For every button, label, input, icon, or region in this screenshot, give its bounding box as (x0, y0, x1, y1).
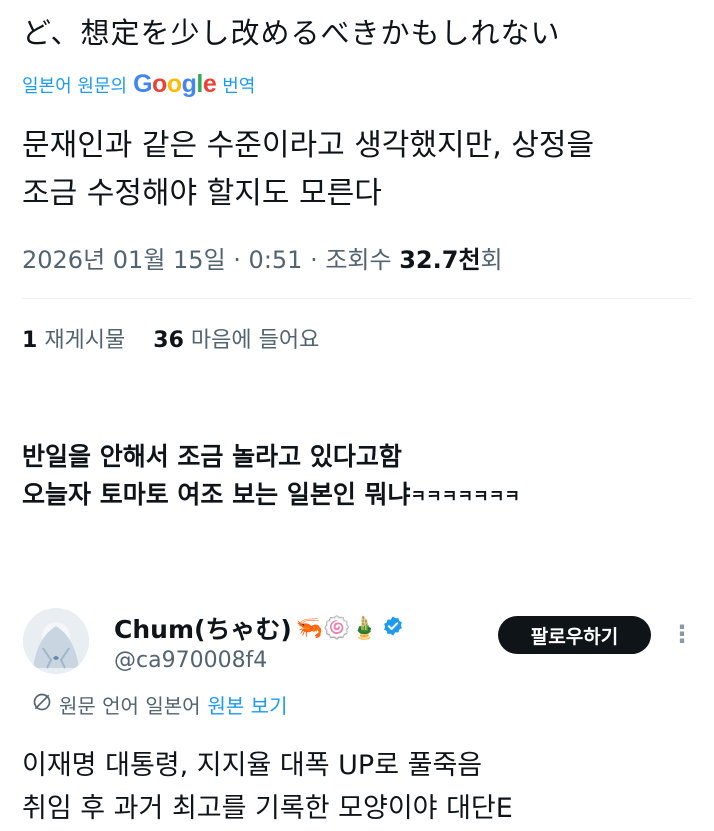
user-handle[interactable]: @ca970008f4 (114, 648, 267, 673)
language-note: 원문 언어 일본어 (59, 694, 201, 718)
likes-label: 마음에 들어요 (190, 328, 320, 353)
commentary-line-1: 반일을 안해서 조금 놀라고 있다고함 (22, 442, 402, 471)
views-label: 조회수 (325, 246, 392, 274)
google-logo: Google (133, 70, 217, 98)
divider (22, 298, 692, 299)
japanese-tweet-text: ど、想定を少し改めるべきかもしれない (22, 16, 561, 50)
more-dots-icon[interactable]: ⋮ (670, 620, 694, 648)
tweet-meta: 2026년 01월 15일 · 0:51 · 조회수 32.7천회 (22, 246, 503, 274)
commentary-line-2-text: 오늘자 토마토 여조 보는 일본인 뭐냐 (22, 480, 411, 509)
tweet-date[interactable]: 2026년 01월 15일 (22, 246, 226, 274)
likes-stat[interactable]: 36 마음에 들어요 (153, 328, 319, 353)
translated-line-2: 조금 수정해야 할지도 모른다 (22, 176, 382, 211)
follow-button[interactable]: 팔로우하기 (498, 616, 651, 654)
commentary-line-2: 오늘자 토마토 여조 보는 일본인 뭐냐ㅋㅋㅋㅋㅋㅋㅋ (22, 476, 520, 516)
post-commentary: 반일을 안해서 조금 놀라고 있다고함 오늘자 토마토 여조 보는 일본인 뭐냐… (22, 438, 520, 516)
translated-line-1: 문재인과 같은 수준이라고 생각했지만, 상정을 (22, 128, 595, 163)
engagement-stats: 1 재게시물 36 마음에 들어요 (22, 322, 319, 354)
translated-tweet-body: 문재인과 같은 수준이라고 생각했지만, 상정을 조금 수정해야 할지도 모른다 (22, 122, 594, 218)
reposts-stat[interactable]: 1 재게시물 (22, 328, 125, 353)
tweet-line-2: 취임 후 과거 최고를 기록한 모양이야 대단E (22, 793, 513, 824)
avatar[interactable] (23, 608, 89, 674)
view-original-link[interactable]: 원본 보기 (208, 690, 288, 719)
tweet-body: 이재명 대통령, 지지율 대폭 UP로 풀죽음 취임 후 과거 최고를 기록한 … (22, 744, 513, 830)
verified-badge-icon (382, 614, 404, 643)
reposts-label: 재게시물 (44, 328, 126, 353)
likes-count: 36 (153, 328, 184, 353)
views-value: 32.7천 (399, 246, 481, 274)
tweet-line-1: 이재명 대통령, 지지율 대폭 UP로 풀죽음 (22, 750, 483, 781)
language-note-row: 원문 언어 일본어 원본 보기 (32, 690, 287, 719)
translated-by-label: 번역 (222, 75, 256, 97)
display-name-emojis: 🦐🍥🎍 (295, 615, 379, 641)
translation-attribution[interactable]: 일본어 원문의 Google 번역 (22, 70, 255, 99)
translate-globe-icon (32, 692, 52, 717)
tweet-time[interactable]: 0:51 (249, 246, 303, 274)
user-display-name[interactable]: Chum(ちゃむ) 🦐🍥🎍 (114, 610, 404, 646)
commentary-laugh: ㅋㅋㅋㅋㅋㅋㅋ (410, 487, 521, 507)
display-name-text: Chum(ちゃむ) (114, 615, 292, 644)
views-suffix: 회 (480, 246, 503, 274)
translated-from-label: 일본어 원문의 (22, 75, 128, 97)
follow-button-label: 팔로우하기 (530, 625, 619, 648)
reposts-count: 1 (22, 328, 38, 353)
